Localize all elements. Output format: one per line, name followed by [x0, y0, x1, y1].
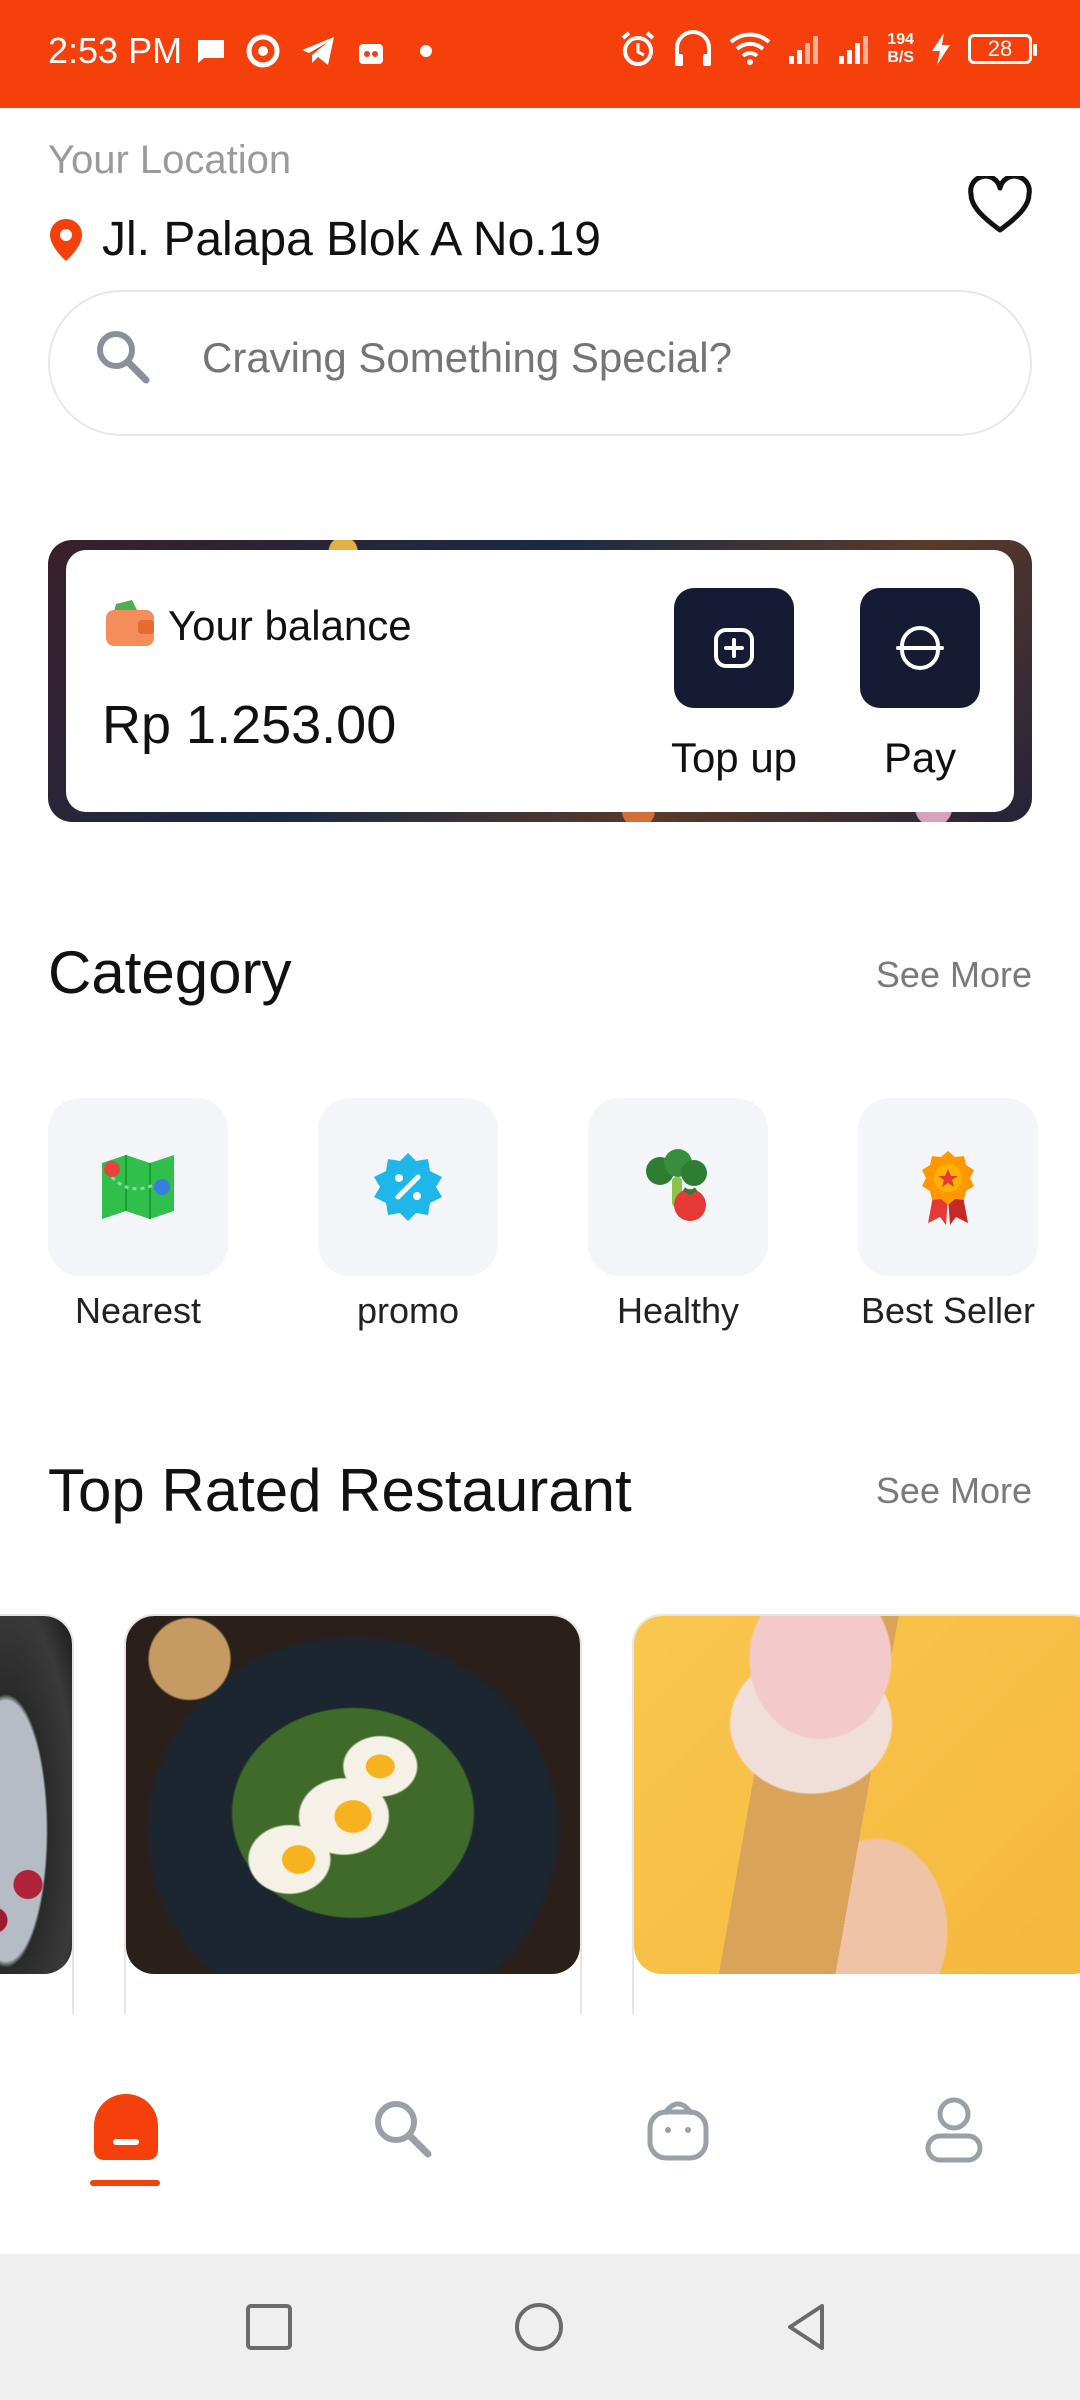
- scan-icon: [896, 626, 944, 670]
- restaurant-card[interactable]: [0, 1614, 74, 2014]
- plus-square-icon: [714, 628, 754, 668]
- balance-card: Your balance Rp 1.253.00 Top up Pay: [66, 550, 1014, 812]
- restaurant-card[interactable]: [632, 1614, 1080, 2014]
- user-icon[interactable]: [914, 2088, 994, 2168]
- top-rated-see-more-link[interactable]: See More: [876, 1470, 1032, 1512]
- restaurant-card[interactable]: [124, 1614, 582, 2014]
- balance-label: Your balance: [168, 602, 412, 649]
- signal-2-icon: [839, 36, 869, 64]
- broccoli-tomato-icon: [646, 1149, 707, 1221]
- message-icon: [198, 40, 224, 63]
- system-status-icons: 194 B/S 28: [619, 30, 1037, 68]
- top-rated-title: Top Rated Restaurant: [48, 1457, 632, 1524]
- category-title: Category: [48, 939, 292, 1006]
- basket-icon[interactable]: [638, 2088, 718, 2168]
- alarm-icon: [622, 31, 655, 66]
- radio-icon: [246, 34, 280, 68]
- top-up-button[interactable]: [674, 588, 794, 708]
- category-promo[interactable]: [318, 1098, 498, 1276]
- map-icon: [102, 1155, 174, 1219]
- status-time: 2:53 PM: [48, 30, 183, 71]
- category-best-seller[interactable]: [858, 1098, 1038, 1276]
- pay-label[interactable]: Pay: [840, 734, 1000, 782]
- balance-card-background: Your balance Rp 1.253.00 Top up Pay: [48, 540, 1032, 822]
- status-bar: 2:53 PM 194 B/S 28: [0, 0, 1080, 108]
- wifi-icon: [729, 32, 771, 65]
- signal-1-icon: [789, 36, 819, 64]
- ice-cream-cone-image: [634, 1616, 1080, 1974]
- berries-bowl-image: [0, 1616, 72, 1974]
- active-tab-indicator: [90, 2180, 160, 2186]
- recent-apps-icon[interactable]: [242, 2300, 296, 2354]
- award-medal-icon: [922, 1151, 974, 1225]
- discount-badge-icon: [374, 1153, 442, 1221]
- favorite-heart-icon[interactable]: [968, 176, 1032, 234]
- home-icon[interactable]: [86, 2088, 166, 2168]
- home-circle-icon[interactable]: [512, 2300, 566, 2354]
- wallet-icon: [106, 600, 154, 646]
- location-label: Your Location: [48, 138, 292, 182]
- net-speed: 194 B/S: [887, 31, 914, 67]
- headphones-icon: [675, 30, 712, 66]
- back-icon[interactable]: [780, 2300, 834, 2354]
- egg-salad-image: [126, 1616, 580, 1974]
- location-pin-icon: [50, 218, 82, 261]
- category-nearest[interactable]: [48, 1098, 228, 1276]
- category-healthy-label[interactable]: Healthy: [568, 1290, 788, 1332]
- notification-icons: [196, 34, 436, 68]
- location-selector[interactable]: Jl. Palapa Blok A No.19: [48, 212, 601, 267]
- shop-bag-icon: [359, 44, 383, 64]
- battery-indicator: 28: [968, 34, 1037, 64]
- pay-button[interactable]: [860, 588, 980, 708]
- balance-amount: Rp 1.253.00: [102, 695, 397, 755]
- net-speed-value: 194: [887, 31, 914, 48]
- telegram-icon: [302, 37, 334, 65]
- category-best-seller-label[interactable]: Best Seller: [838, 1290, 1058, 1332]
- category-nearest-label[interactable]: Nearest: [28, 1290, 248, 1332]
- category-healthy[interactable]: [588, 1098, 768, 1276]
- bottom-navigation: [0, 2014, 1080, 2254]
- category-promo-label[interactable]: promo: [298, 1290, 518, 1332]
- location-value: Jl. Palapa Blok A No.19: [102, 213, 601, 266]
- search-bar[interactable]: [48, 290, 1032, 436]
- net-speed-unit: B/S: [887, 49, 914, 66]
- search-icon: [97, 331, 150, 384]
- search-input[interactable]: [202, 334, 982, 382]
- search-icon[interactable]: [362, 2088, 442, 2168]
- top-up-label[interactable]: Top up: [654, 734, 814, 782]
- dot-icon: [420, 45, 432, 57]
- charging-icon: [932, 33, 950, 65]
- category-see-more-link[interactable]: See More: [876, 954, 1032, 996]
- system-navigation-bar: [0, 2254, 1080, 2400]
